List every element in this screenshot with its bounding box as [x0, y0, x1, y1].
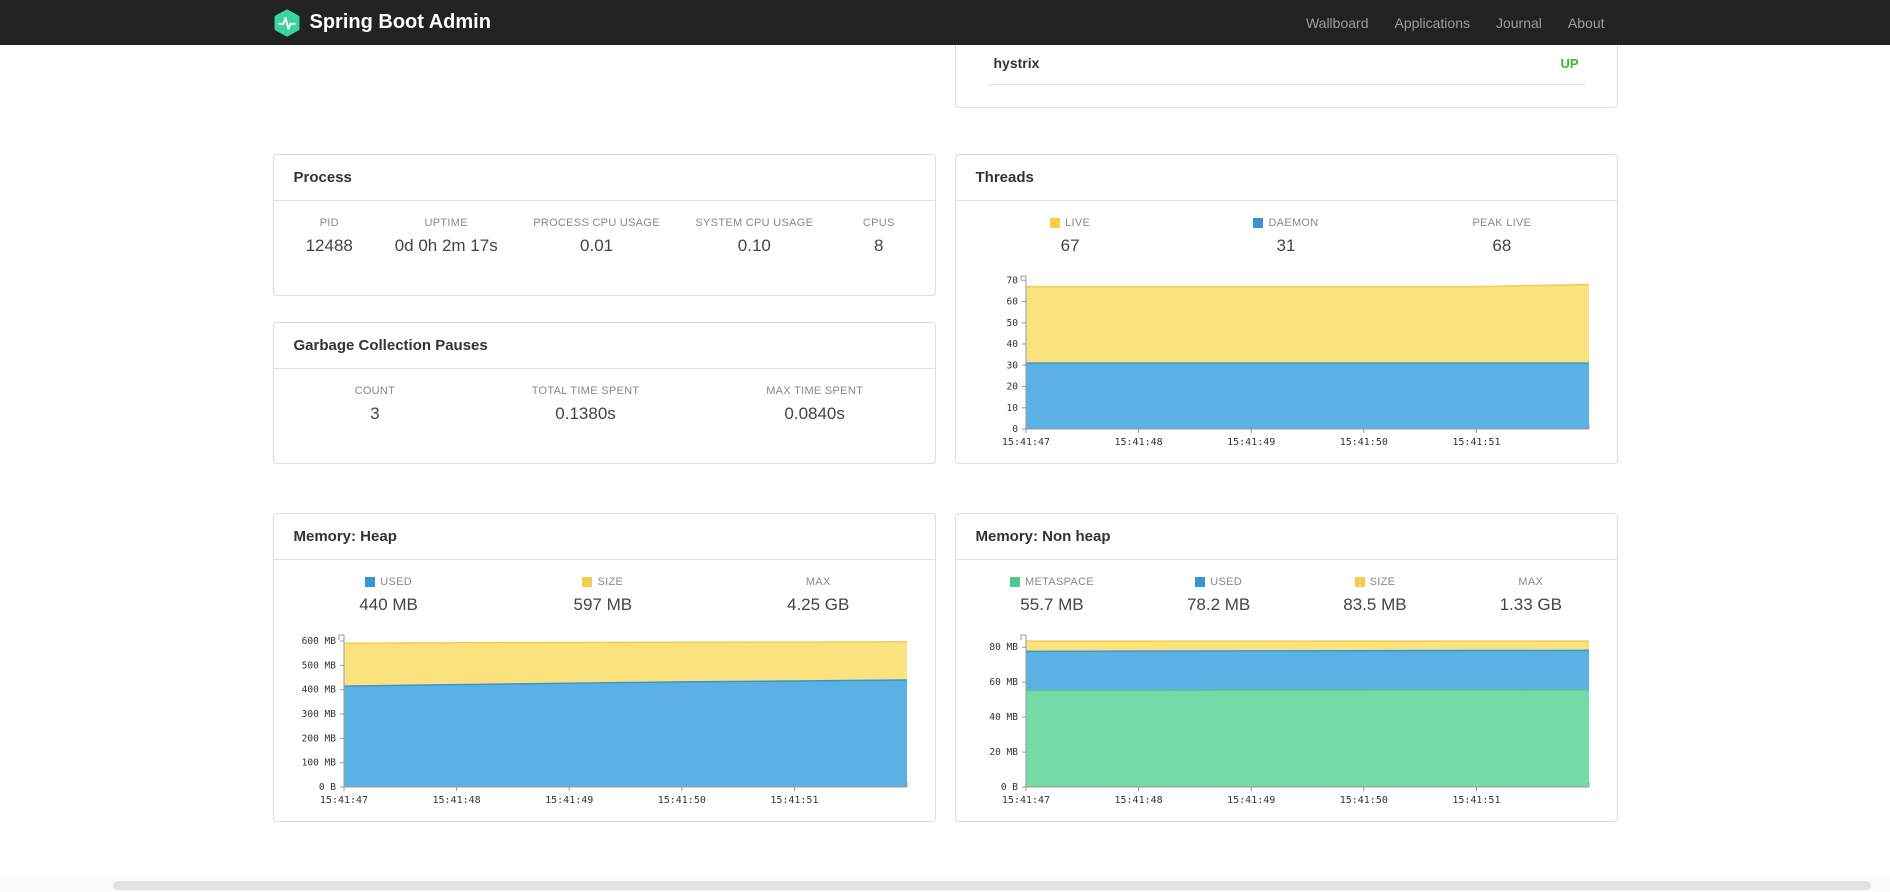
stat-gc-max-time: MAX TIME SPENT 0.0840s: [766, 385, 864, 423]
nav-links: Wallboard Applications Journal About: [1293, 15, 1618, 31]
svg-text:40 MB: 40 MB: [989, 712, 1018, 723]
threads-card: Threads LIVE 67 DAEMON 31 PEAK LIVE 68 0…: [954, 154, 1618, 464]
svg-text:15:41:50: 15:41:50: [1339, 437, 1387, 448]
stat-gc-count: COUNT 3: [354, 385, 396, 423]
memory-heap-chart: 0 B 100 MB 200 MB 300 MB 400 MB 500 MB 600 MB 1…: [288, 627, 921, 811]
svg-text:0: 0: [1012, 424, 1018, 435]
svg-text:80 MB: 80 MB: [989, 642, 1018, 653]
nav-item-about[interactable]: About: [1555, 15, 1618, 31]
threads-stats: LIVE 67 DAEMON 31 PEAK LIVE 68: [956, 201, 1617, 266]
svg-text:300 MB: 300 MB: [301, 709, 336, 720]
stat-cpus: CPUS 8: [862, 217, 895, 255]
stat-nonheap-metaspace: METASPACE 55.7 MB: [1010, 576, 1094, 615]
stat-process-cpu-usage: PROCESS CPU USAGE 0.01: [533, 217, 660, 255]
horizontal-scrollbar[interactable]: [0, 879, 1890, 892]
threads-chart: 0 10 20 30 40 50 60 70 15:41:47 15:41:48 15:41:49 1…: [970, 268, 1603, 453]
health-card: hystrix UP: [954, 45, 1618, 108]
main-content: Process PID 12488 UPTIME 0d 0h 2m 17s PR…: [272, 45, 1618, 822]
svg-text:40: 40: [1006, 339, 1018, 350]
svg-text:15:41:48: 15:41:48: [1114, 437, 1162, 448]
svg-text:0 B: 0 B: [1000, 782, 1017, 793]
spring-boot-admin-logo-icon: [273, 8, 301, 37]
heap-size-legend-swatch: [582, 577, 593, 587]
svg-text:600 MB: 600 MB: [301, 636, 336, 647]
nav-item-wallboard[interactable]: Wallboard: [1293, 15, 1382, 31]
brand-link[interactable]: Spring Boot Admin: [273, 8, 491, 37]
svg-text:100 MB: 100 MB: [301, 758, 336, 769]
svg-text:15:41:49: 15:41:49: [545, 795, 593, 806]
gc-stats: COUNT 3 TOTAL TIME SPENT 0.1380s MAX TIM…: [274, 369, 935, 434]
svg-text:15:41:48: 15:41:48: [432, 795, 480, 806]
svg-text:20 MB: 20 MB: [989, 747, 1018, 758]
stat-threads-daemon: DAEMON 31: [1253, 217, 1318, 256]
svg-text:15:41:49: 15:41:49: [1227, 795, 1275, 806]
memory-nonheap-chart: 0 B 20 MB 40 MB 60 MB 80 MB 15:41:47 15:41:48 1…: [970, 627, 1603, 811]
memory-nonheap-card: Memory: Non heap METASPACE 55.7 MB USED …: [954, 513, 1618, 822]
heap-used-legend-swatch: [365, 577, 376, 587]
threads-live-legend-swatch: [1050, 218, 1061, 228]
svg-text:400 MB: 400 MB: [301, 685, 336, 696]
svg-text:60: 60: [1006, 297, 1018, 308]
horizontal-scrollbar-thumb[interactable]: [113, 881, 1872, 890]
svg-text:15:41:51: 15:41:51: [770, 795, 818, 806]
svg-text:0 B: 0 B: [318, 782, 335, 793]
navbar: Spring Boot Admin Wallboard Applications…: [0, 0, 1890, 45]
svg-text:15:41:50: 15:41:50: [657, 795, 705, 806]
right-column: hystrix UP Threads LIVE 67 DAEMON 31 PEA…: [954, 45, 1618, 822]
svg-text:200 MB: 200 MB: [301, 733, 336, 744]
threads-card-title: Threads: [955, 155, 1617, 201]
stat-gc-total-time: TOTAL TIME SPENT 0.1380s: [531, 385, 640, 423]
stat-heap-used: USED 440 MB: [359, 576, 418, 614]
nonheap-size-legend-swatch: [1354, 577, 1365, 587]
svg-text:15:41:47: 15:41:47: [319, 795, 367, 806]
svg-text:20: 20: [1006, 382, 1018, 393]
gc-pauses-card: Garbage Collection Pauses COUNT 3 TOTAL …: [272, 322, 936, 464]
stat-nonheap-used: USED 78.2 MB: [1186, 576, 1251, 614]
svg-text:15:41:51: 15:41:51: [1452, 795, 1500, 806]
svg-text:10: 10: [1006, 403, 1018, 414]
brand-title: Spring Boot Admin: [309, 11, 491, 33]
health-row-hystrix: hystrix UP: [987, 45, 1585, 85]
svg-text:15:41:47: 15:41:47: [1001, 795, 1049, 806]
svg-text:500 MB: 500 MB: [301, 660, 336, 671]
process-card: Process PID 12488 UPTIME 0d 0h 2m 17s PR…: [272, 154, 936, 296]
left-column: Process PID 12488 UPTIME 0d 0h 2m 17s PR…: [272, 45, 936, 822]
process-card-title: Process: [273, 155, 935, 201]
stat-uptime: UPTIME 0d 0h 2m 17s: [394, 217, 498, 255]
svg-text:15:41:49: 15:41:49: [1227, 437, 1275, 448]
nav-item-applications[interactable]: Applications: [1381, 15, 1483, 31]
memory-nonheap-card-title: Memory: Non heap: [955, 514, 1617, 560]
stat-threads-live: LIVE 67: [1040, 217, 1100, 256]
nav-item-journal[interactable]: Journal: [1483, 15, 1555, 31]
health-indicator-name: hystrix: [993, 55, 1040, 71]
svg-text:60 MB: 60 MB: [989, 677, 1018, 688]
stat-nonheap-max: MAX 1.33 GB: [1499, 576, 1562, 614]
process-stats: PID 12488 UPTIME 0d 0h 2m 17s PROCESS CP…: [274, 201, 935, 266]
svg-text:50: 50: [1006, 318, 1018, 329]
svg-text:15:41:51: 15:41:51: [1452, 437, 1500, 448]
stat-heap-size: SIZE 597 MB: [573, 576, 633, 614]
memory-heap-card: Memory: Heap USED 440 MB SIZE 597 MB MAX…: [272, 513, 936, 822]
svg-text:15:41:47: 15:41:47: [1001, 437, 1049, 448]
stat-pid: PID 12488: [305, 217, 353, 255]
threads-daemon-legend-swatch: [1253, 218, 1264, 228]
stat-heap-max: MAX 4.25 GB: [787, 576, 850, 614]
heap-stats: USED 440 MB SIZE 597 MB MAX 4.25 GB: [274, 560, 935, 625]
gc-card-title: Garbage Collection Pauses: [273, 323, 935, 369]
stat-nonheap-size: SIZE 83.5 MB: [1343, 576, 1407, 614]
navbar-inner: Spring Boot Admin Wallboard Applications…: [273, 0, 1618, 45]
memory-heap-card-title: Memory: Heap: [273, 514, 935, 560]
svg-text:70: 70: [1006, 275, 1018, 286]
nonheap-used-legend-swatch: [1195, 577, 1206, 587]
svg-text:30: 30: [1006, 360, 1018, 371]
svg-text:15:41:50: 15:41:50: [1339, 795, 1387, 806]
stat-threads-peak-live: PEAK LIVE 68: [1472, 217, 1532, 255]
stat-system-cpu-usage: SYSTEM CPU USAGE 0.10: [695, 217, 814, 255]
status-badge: UP: [1560, 55, 1579, 71]
svg-text:15:41:48: 15:41:48: [1114, 795, 1162, 806]
nonheap-metaspace-legend-swatch: [1010, 577, 1020, 587]
nonheap-stats: METASPACE 55.7 MB USED 78.2 MB SIZE 83.5…: [956, 560, 1617, 625]
